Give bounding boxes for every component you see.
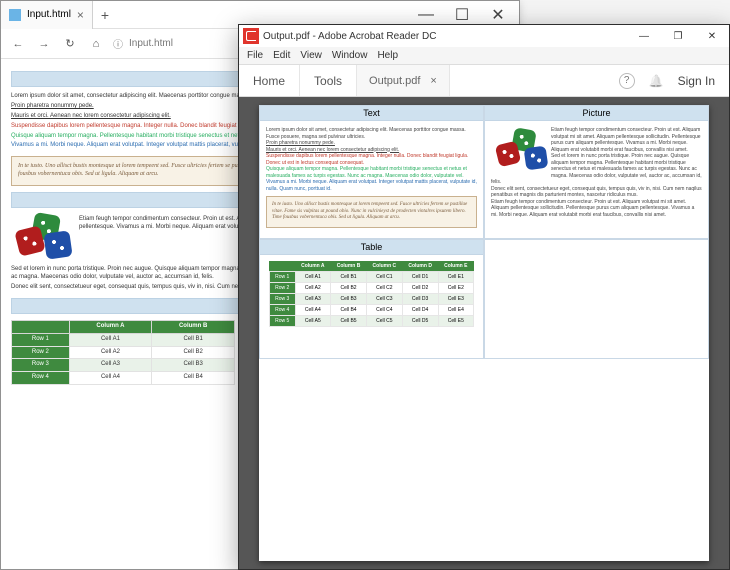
menu-view[interactable]: View: [300, 50, 322, 61]
browser-maximize-button[interactable]: ☐: [445, 5, 479, 25]
pdf-section-title: Table: [260, 240, 483, 255]
acrobat-titlebar: Output.pdf - Adobe Acrobat Reader DC — ❐…: [239, 25, 729, 47]
acrobat-window: Output.pdf - Adobe Acrobat Reader DC — ❐…: [238, 24, 730, 570]
pdf-data-table: Column A Column B Column C Column D Colu…: [269, 261, 474, 327]
signin-button[interactable]: Sign In: [678, 74, 715, 88]
home-button[interactable]: ⌂: [87, 38, 105, 50]
table-header: Column B: [152, 320, 235, 333]
back-button[interactable]: ←: [9, 38, 27, 50]
pdf-picture-column: Picture Etiam feugh tempor condimentum c…: [484, 105, 709, 239]
dice-image: [491, 129, 547, 175]
address-text: Input.html: [129, 38, 173, 49]
pdf-page: Text Lorem ipsum dolor sit amet, consect…: [259, 105, 709, 561]
address-bar[interactable]: ⓘ Input.html: [113, 36, 173, 51]
acrobat-tabs: Home Tools Output.pdf × ? 🔔 Sign In: [239, 65, 729, 97]
menu-edit[interactable]: Edit: [273, 50, 290, 61]
forward-button[interactable]: →: [35, 38, 53, 50]
pdf-table-cell: Table Column A Column B Column C Column …: [259, 239, 484, 359]
new-tab-button[interactable]: +: [93, 7, 117, 23]
tab-document[interactable]: Output.pdf ×: [357, 65, 450, 96]
acrobat-restore-button[interactable]: ❐: [661, 25, 695, 47]
acrobat-menubar: File Edit View Window Help: [239, 47, 729, 65]
refresh-button[interactable]: ↻: [61, 37, 79, 50]
pdf-section-title: Text: [260, 106, 483, 121]
tab-close-icon[interactable]: ×: [77, 8, 84, 22]
data-table: Column A Column B Row 1Cell A1Cell B1 Ro…: [11, 320, 235, 385]
browser-tab[interactable]: Input.html ×: [1, 1, 93, 29]
browser-close-button[interactable]: ✕: [481, 5, 515, 25]
menu-help[interactable]: Help: [377, 50, 398, 61]
browser-minimize-button[interactable]: —: [409, 5, 443, 25]
acrobat-minimize-button[interactable]: —: [627, 25, 661, 47]
pdf-empty-cell: [484, 239, 709, 359]
menu-window[interactable]: Window: [332, 50, 368, 61]
tab-title: Input.html: [27, 9, 71, 20]
acrobat-window-title: Output.pdf - Adobe Acrobat Reader DC: [263, 31, 627, 42]
menu-file[interactable]: File: [247, 50, 263, 61]
table-header: Column A: [69, 320, 151, 333]
help-icon[interactable]: ?: [619, 73, 635, 89]
tab-home[interactable]: Home: [239, 65, 300, 96]
doc-tab-label: Output.pdf: [369, 75, 420, 87]
pdf-text-column: Text Lorem ipsum dolor sit amet, consect…: [259, 105, 484, 239]
dice-image: [11, 214, 71, 264]
info-icon: ⓘ: [113, 36, 123, 51]
browser-window-controls: — ☐ ✕: [409, 5, 519, 25]
tab-favicon-icon: [9, 9, 21, 21]
tab-tools[interactable]: Tools: [300, 65, 357, 96]
pdf-section-title: Picture: [485, 106, 708, 121]
acrobat-app-icon: [243, 28, 259, 44]
acrobat-document-stage[interactable]: Text Lorem ipsum dolor sit amet, consect…: [239, 97, 729, 569]
pdf-quote-box: In te iusto. Uno allisct bustis montesqu…: [266, 196, 477, 228]
acrobat-close-button[interactable]: ✕: [695, 25, 729, 47]
doc-tab-close-icon[interactable]: ×: [430, 75, 436, 87]
notifications-icon[interactable]: 🔔: [649, 74, 664, 88]
table-header: [12, 320, 70, 333]
